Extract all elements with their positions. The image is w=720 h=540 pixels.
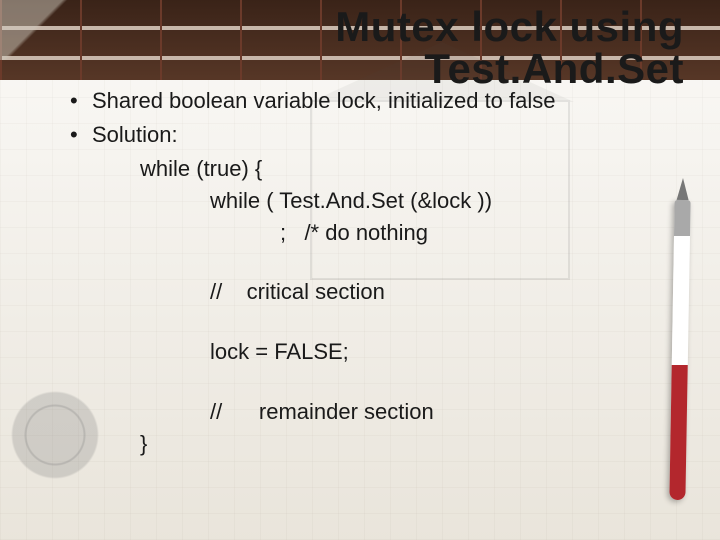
code-do-nothing: ; /* do nothing (280, 217, 660, 249)
code-close-brace: } (140, 428, 660, 460)
code-while-test: while ( Test.And.Set (&lock )) (210, 185, 660, 217)
spacer (70, 248, 660, 276)
spacer (70, 308, 660, 336)
slide-body: Shared boolean variable lock, initialize… (70, 85, 660, 460)
title-line-1: Mutex lock using (0, 6, 684, 48)
code-critical: // critical section (210, 276, 660, 308)
title-line-2: Test.And.Set (0, 48, 684, 90)
code-while-true: while (true) { (140, 153, 660, 185)
bullet-solution: Solution: (70, 119, 660, 151)
spacer (70, 368, 660, 396)
slide-title: Mutex lock using Test.And.Set (0, 6, 720, 90)
code-remainder: // remainder section (210, 396, 660, 428)
bullet-shared-var: Shared boolean variable lock, initialize… (70, 85, 660, 117)
code-unlock: lock = FALSE; (210, 336, 660, 368)
slide: Mutex lock using Test.And.Set Shared boo… (0, 0, 720, 540)
